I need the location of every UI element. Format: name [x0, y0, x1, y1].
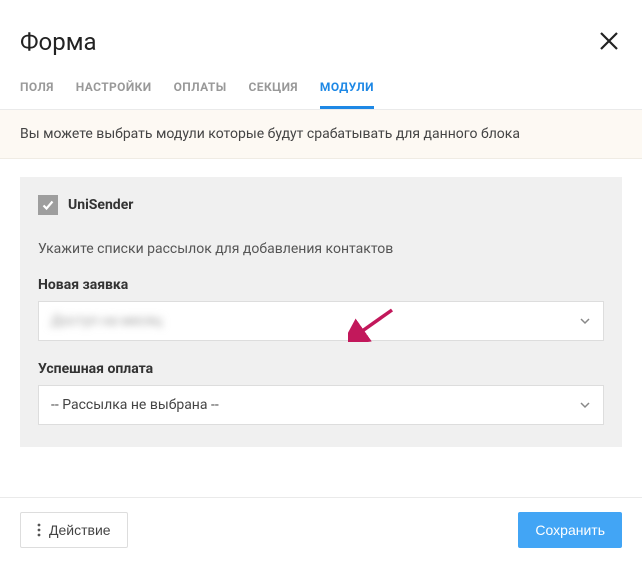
- close-button[interactable]: [596, 28, 622, 54]
- module-header: UniSender: [38, 195, 604, 215]
- action-button-label: Действие: [49, 522, 111, 538]
- select-new-request[interactable]: Доступ на месяц: [38, 301, 604, 341]
- info-banner: Вы можете выбрать модули которые будут с…: [0, 110, 642, 159]
- module-name: UniSender: [68, 197, 133, 213]
- tab-settings[interactable]: НАСТРОЙКИ: [76, 66, 152, 109]
- select-success-payment[interactable]: -- Рассылка не выбрана --: [38, 385, 604, 425]
- modal-footer: Действие Сохранить: [0, 497, 642, 562]
- modal-title: Форма: [20, 28, 97, 56]
- tab-modules[interactable]: МОДУЛИ: [320, 66, 374, 109]
- tab-section[interactable]: СЕКЦИЯ: [249, 66, 298, 109]
- save-button[interactable]: Сохранить: [518, 512, 622, 548]
- field-label-new-request: Новая заявка: [38, 277, 604, 293]
- select-value: Доступ на месяц: [51, 313, 162, 329]
- modal-header: Форма: [0, 0, 642, 66]
- module-hint: Укажите списки рассылок для добавления к…: [38, 241, 604, 257]
- more-vertical-icon: [37, 523, 41, 537]
- action-button[interactable]: Действие: [20, 512, 128, 548]
- tab-bar: ПОЛЯ НАСТРОЙКИ ОПЛАТЫ СЕКЦИЯ МОДУЛИ: [0, 66, 642, 110]
- chevron-down-icon: [579, 399, 591, 411]
- content-area: UniSender Укажите списки рассылок для до…: [0, 159, 642, 497]
- module-panel: UniSender Укажите списки рассылок для до…: [20, 177, 622, 447]
- checkmark-icon: [41, 198, 55, 212]
- tab-payments[interactable]: ОПЛАТЫ: [174, 66, 227, 109]
- select-value: -- Рассылка не выбрана --: [51, 397, 219, 413]
- close-icon: [598, 30, 620, 52]
- chevron-down-icon: [579, 315, 591, 327]
- form-modal: Форма ПОЛЯ НАСТРОЙКИ ОПЛАТЫ СЕКЦИЯ МОДУЛ…: [0, 0, 642, 562]
- tab-fields[interactable]: ПОЛЯ: [20, 66, 54, 109]
- field-label-success-payment: Успешная оплата: [38, 361, 604, 377]
- module-checkbox[interactable]: [38, 195, 58, 215]
- save-button-label: Сохранить: [535, 522, 605, 538]
